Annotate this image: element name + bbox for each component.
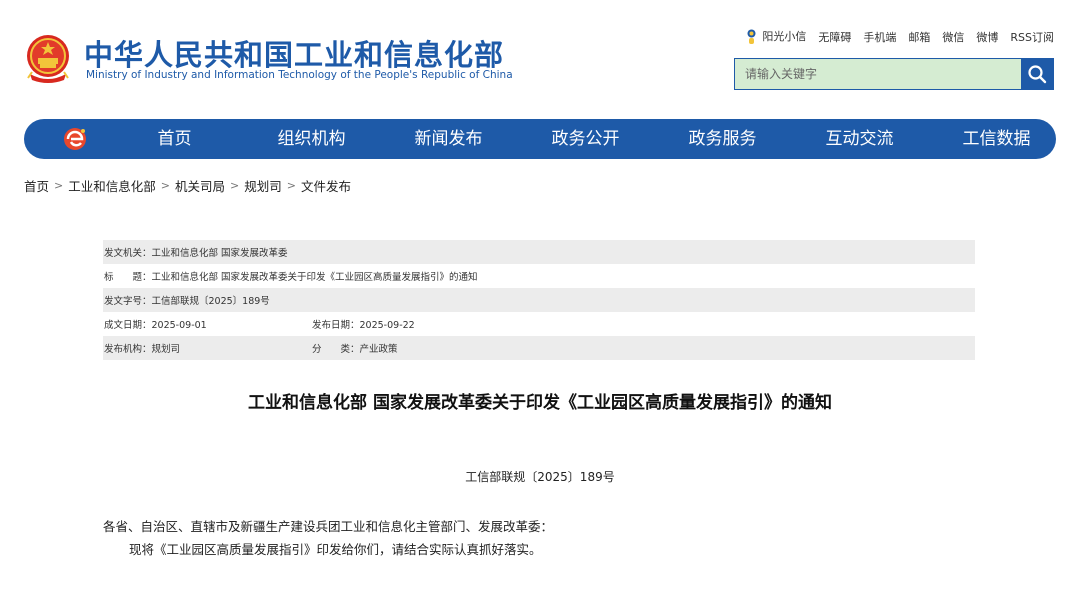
meta-row-agency: 发布机构：规划司 分 类：产业政策 — [103, 336, 975, 360]
breadcrumb-separator-icon: > — [286, 179, 296, 192]
meta-row-issuer: 发文机关：工业和信息化部 国家发展改革委 — [103, 240, 975, 264]
site-title[interactable]: 中华人民共和国工业和信息化部 — [84, 32, 504, 74]
breadcrumb-separator-icon: > — [54, 179, 64, 192]
breadcrumb-documents[interactable]: 文件发布 — [301, 176, 351, 195]
article-doc-number: 工信部联规〔2025〕189号 — [465, 470, 615, 484]
breadcrumb: 首页 > 工业和信息化部 > 机关司局 > 规划司 > 文件发布 — [24, 176, 351, 195]
breadcrumb-home[interactable]: 首页 — [24, 176, 49, 195]
nav-item-home[interactable]: 首页 — [106, 119, 243, 159]
search-button[interactable] — [1021, 59, 1053, 89]
meta-publish-date: 发布日期：2025-09-22 — [312, 320, 415, 331]
meta-row-dates: 成文日期：2025-09-01 发布日期：2025-09-22 — [103, 312, 975, 336]
nav-item-gov-info[interactable]: 政务公开 — [517, 119, 654, 159]
meta-doc-number: 发文字号：工信部联规〔2025〕189号 — [104, 296, 270, 307]
search-input[interactable] — [735, 59, 1021, 89]
nav-item-organization[interactable]: 组织机构 — [243, 119, 380, 159]
meta-row-docno: 发文字号：工信部联规〔2025〕189号 — [103, 288, 975, 312]
meta-written-date: 成文日期：2025-09-01 — [104, 320, 207, 331]
article-paragraph: 各省、自治区、直辖市及新疆生产建设兵团工业和信息化主管部门、发展改革委： — [103, 519, 554, 534]
toplink-weibo[interactable]: 微博 — [976, 29, 998, 45]
national-emblem-icon[interactable] — [24, 34, 72, 84]
meta-category: 分 类：产业政策 — [312, 344, 398, 355]
sunshine-mascot-icon — [747, 29, 756, 44]
top-links: 阳光小信 无障碍 手机端 邮箱 微信 微博 RSS订阅 — [747, 28, 1054, 45]
breadcrumb-separator-icon: > — [229, 179, 240, 192]
article-title: 工业和信息化部 国家发展改革委关于印发《工业园区高质量发展指引》的通知 — [248, 393, 832, 413]
toplink-label: 阳光小信 — [762, 30, 807, 43]
site-subtitle: Ministry of Industry and Information Tec… — [86, 69, 513, 81]
site-header: 中华人民共和国工业和信息化部 Ministry of Industry and … — [0, 0, 1080, 110]
breadcrumb-departments[interactable]: 机关司局 — [175, 176, 225, 195]
meta-title: 标 题：工业和信息化部 国家发展改革委关于印发《工业园区高质量发展指引》的通知 — [104, 272, 478, 283]
miit-logo-icon[interactable] — [62, 126, 88, 152]
search-box — [734, 58, 1054, 90]
toplink-sunshine[interactable]: 阳光小信 — [747, 28, 806, 45]
toplink-mobile[interactable]: 手机端 — [863, 29, 896, 45]
nav-item-interaction[interactable]: 互动交流 — [791, 119, 928, 159]
nav-item-gov-service[interactable]: 政务服务 — [654, 119, 791, 159]
main-nav: 首页 组织机构 新闻发布 政务公开 政务服务 互动交流 工信数据 — [24, 119, 1056, 159]
meta-agency: 发布机构：规划司 — [104, 344, 181, 355]
search-icon — [1028, 65, 1047, 84]
toplink-mail[interactable]: 邮箱 — [908, 29, 930, 45]
breadcrumb-ministry[interactable]: 工业和信息化部 — [68, 176, 156, 195]
toplink-accessibility[interactable]: 无障碍 — [818, 29, 851, 45]
toplink-wechat[interactable]: 微信 — [942, 29, 964, 45]
breadcrumb-planning[interactable]: 规划司 — [244, 176, 282, 195]
breadcrumb-separator-icon: > — [160, 179, 170, 192]
article-paragraph: 现将《工业园区高质量发展指引》印发给你们，请结合实际认真抓好落实。 — [129, 542, 542, 557]
meta-issuer: 发文机关：工业和信息化部 国家发展改革委 — [104, 248, 288, 259]
nav-items: 首页 组织机构 新闻发布 政务公开 政务服务 互动交流 工信数据 — [106, 119, 1065, 159]
nav-item-data[interactable]: 工信数据 — [928, 119, 1065, 159]
toplink-rss[interactable]: RSS订阅 — [1010, 29, 1054, 45]
document-meta-table: 发文机关：工业和信息化部 国家发展改革委 标 题：工业和信息化部 国家发展改革委… — [103, 240, 975, 360]
nav-item-news[interactable]: 新闻发布 — [380, 119, 517, 159]
meta-row-title: 标 题：工业和信息化部 国家发展改革委关于印发《工业园区高质量发展指引》的通知 — [103, 264, 975, 288]
